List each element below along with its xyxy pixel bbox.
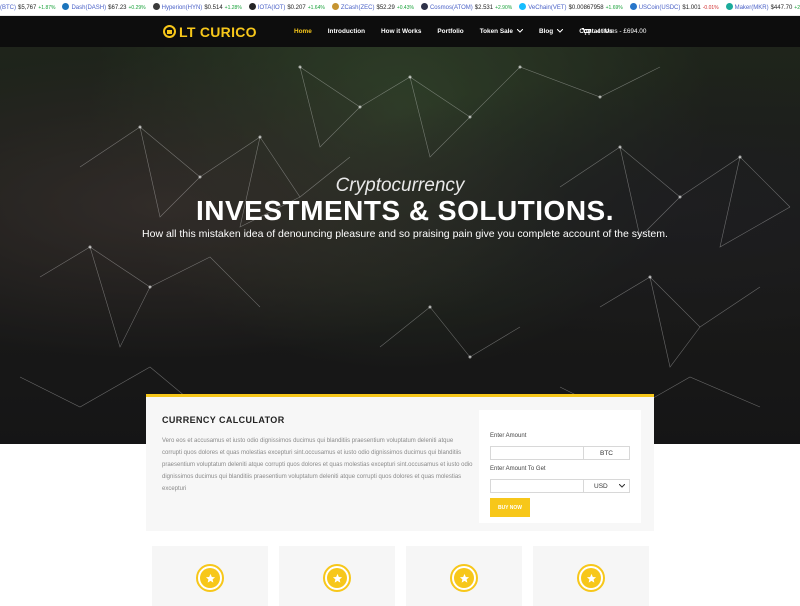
- feature-card: [279, 546, 395, 606]
- amount-to-get-input[interactable]: [490, 479, 584, 493]
- logo-text: LT CURICO: [179, 23, 257, 40]
- network-lines-decoration: [19, 65, 791, 418]
- ticker-coin-name: Dash(DASH): [71, 5, 107, 11]
- star-icon: [581, 568, 601, 588]
- nav-item-home[interactable]: Home: [294, 28, 312, 35]
- amount-input[interactable]: [490, 446, 584, 460]
- star-icon: [200, 568, 220, 588]
- ticker-coin-name: USCoin(USDC): [638, 5, 681, 11]
- buy-now-button[interactable]: BUY NOW: [490, 498, 530, 517]
- nav-item-blog[interactable]: Blog: [538, 28, 564, 35]
- coin-icon: [331, 3, 339, 10]
- cart-button[interactable]: 4 items - £694.00: [582, 16, 646, 47]
- amount-label: Enter Amount: [490, 433, 527, 439]
- ticker-item[interactable]: IOTA(IOT) $0.207 +1.64%: [248, 0, 325, 15]
- ticker-change: +2.90%: [495, 5, 513, 11]
- feature-icon-ring: [196, 564, 224, 592]
- star-icon: [327, 568, 347, 588]
- currency-select-value: USD: [594, 482, 608, 490]
- ticker-change: -0.01%: [702, 5, 719, 11]
- ticker-item[interactable]: USCoin(USDC) $1.001 -0.01%: [629, 0, 719, 15]
- ticker-coin-name: Cosmos(ATOM): [429, 5, 473, 11]
- nav-item-how-it-works[interactable]: How it Works: [381, 28, 421, 35]
- feature-icon-ring: [323, 564, 351, 592]
- nav-item-label: Home: [294, 28, 312, 35]
- currency-calculator: CURRENCY CALCULATOR Vero eos et accusamu…: [146, 394, 654, 531]
- hero-banner: Cryptocurrency INVESTMENTS & SOLUTIONS. …: [0, 47, 800, 444]
- ticker-price: $0.514: [204, 5, 223, 11]
- ticker-change: +1.64%: [307, 5, 325, 11]
- ticker-change: +1.28%: [224, 5, 242, 11]
- feature-card: [533, 546, 649, 606]
- ticker-price: $447.70: [770, 5, 793, 11]
- ticker-item[interactable]: ZCash(ZEC) $52.29 +0.43%: [331, 0, 414, 15]
- ticker-price: $1.001: [682, 5, 701, 11]
- ticker-coin-name: Maker(MKR): [734, 5, 769, 11]
- coin-icon: [248, 3, 256, 10]
- ticker-item[interactable]: Dash(DASH) $67.23 +0.29%: [62, 0, 146, 15]
- star-icon: [454, 568, 474, 588]
- calculator-description: Vero eos et accusamus et iusto odio dign…: [162, 438, 473, 492]
- feature-icon-ring: [577, 564, 605, 592]
- calculator-title: CURRENCY CALCULATOR: [162, 415, 285, 425]
- ticker-change: +0.29%: [128, 5, 146, 11]
- logo[interactable]: LT CURICO: [163, 23, 257, 40]
- feature-card: [152, 546, 268, 606]
- currency-select[interactable]: USD: [584, 479, 630, 493]
- ticker-change: +1.69%: [605, 5, 623, 11]
- ticker-price: $2.531: [474, 5, 494, 11]
- amount-unit: BTC: [584, 446, 630, 460]
- coin-icon: [629, 3, 637, 10]
- nav-item-label: How it Works: [381, 28, 422, 35]
- ticker-item[interactable]: Maker(MKR)$447.70+2.42%: [725, 0, 800, 15]
- ticker-price: $52.29: [376, 5, 395, 11]
- ticker-item[interactable]: (BTC) $5,767 +1.87%: [0, 0, 56, 15]
- nav-item-token-sale[interactable]: Token Sale: [479, 28, 524, 35]
- chevron-down-icon: [516, 28, 524, 35]
- ticker-item[interactable]: VeChain(VET) $0.00867958 +1.69%: [519, 0, 623, 15]
- ticker-coin-name: ZCash(ZEC): [340, 5, 375, 11]
- ticker-coin-name: (BTC): [0, 5, 16, 11]
- cart-icon: [582, 28, 591, 35]
- ticker-price: $0.00867958: [568, 5, 604, 11]
- logo-icon: [163, 25, 176, 38]
- ticker-item[interactable]: Cosmos(ATOM) $2.531 +2.90%: [420, 0, 513, 15]
- ticker-price: $0.207: [287, 5, 306, 11]
- crypto-ticker: (BTC) $5,767 +1.87% Dash(DASH) $67.23 +0.29% H…: [0, 0, 800, 16]
- feature-card: [406, 546, 522, 606]
- nav-item-label: Token Sale: [479, 28, 513, 35]
- hero-subtitle: How all this mistaken idea of denouncing…: [142, 228, 668, 240]
- ticker-change: +0.43%: [396, 5, 414, 11]
- ticker-price: $67.23: [108, 5, 127, 11]
- nav-item-introduction[interactable]: Introduction: [328, 28, 365, 35]
- navbar: LT CURICO Home Introduction How it Works Po…: [0, 16, 800, 47]
- cart-summary: 4 items - £694.00: [597, 28, 647, 35]
- ticker-coin-name: IOTA(IOT): [257, 5, 286, 11]
- ticker-change: +1.87%: [38, 5, 56, 11]
- ticker-change: +2.42%: [794, 5, 800, 11]
- nav-item-label: Introduction: [327, 28, 366, 35]
- chevron-down-icon: [619, 484, 625, 488]
- ticker-coin-name: Hyperion(HYN): [161, 5, 203, 11]
- coin-icon: [152, 3, 160, 10]
- ticker-coin-name: VeChain(VET): [528, 5, 567, 11]
- hero-pretitle: Cryptocurrency: [335, 175, 465, 196]
- main-nav: Home Introduction How it Works Portfolio Tok…: [294, 16, 629, 47]
- nav-item-label: Portfolio: [437, 28, 464, 35]
- nav-item-portfolio[interactable]: Portfolio: [437, 28, 463, 35]
- ticker-item[interactable]: Hyperion(HYN) $0.514 +1.28%: [152, 0, 242, 15]
- ticker-price: $5,767: [18, 5, 37, 11]
- hero-title: INVESTMENTS & SOLUTIONS.: [195, 195, 615, 226]
- amount-to-get-label: Enter Amount To Get: [490, 466, 546, 472]
- chevron-down-icon: [556, 28, 564, 35]
- coin-icon: [420, 3, 428, 10]
- coin-icon: [62, 3, 70, 10]
- feature-icon-ring: [450, 564, 478, 592]
- coin-icon: [519, 3, 527, 10]
- nav-item-label: Blog: [538, 28, 554, 35]
- calculator-form: Enter Amount BTC Enter Amount To Get USD…: [479, 410, 641, 523]
- coin-icon: [725, 3, 733, 10]
